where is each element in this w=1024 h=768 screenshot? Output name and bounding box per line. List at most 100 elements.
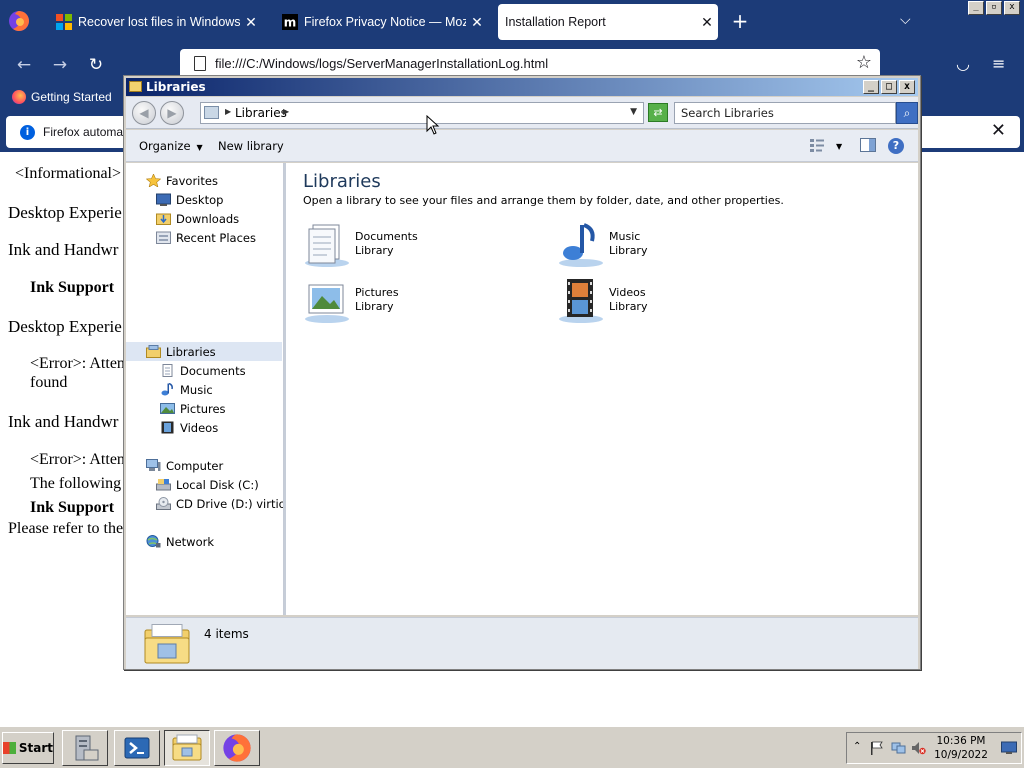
command-bar: Organize ▼ New library ▼ ? bbox=[126, 130, 918, 162]
close-tab-icon[interactable]: ✕ bbox=[466, 14, 488, 31]
action-center-flag-icon[interactable] bbox=[869, 741, 884, 755]
preview-pane-icon[interactable] bbox=[860, 138, 876, 152]
breadcrumb-libraries[interactable]: Libraries bbox=[235, 106, 287, 120]
nav-documents[interactable]: Documents bbox=[160, 361, 246, 380]
volume-muted-icon[interactable] bbox=[911, 741, 926, 755]
tray-clock[interactable]: 10:36 PM 10/9/2022 bbox=[931, 734, 991, 762]
library-name: Music bbox=[609, 230, 641, 243]
start-button[interactable]: Start bbox=[2, 732, 54, 764]
pocket-icon[interactable]: ◡ bbox=[956, 54, 970, 73]
library-pictures[interactable]: Pictures Library bbox=[303, 279, 399, 325]
breadcrumb-arrow-icon[interactable]: ▶ bbox=[225, 107, 231, 116]
nav-label: Favorites bbox=[166, 173, 218, 188]
start-label: Start bbox=[18, 741, 53, 755]
nav-pictures[interactable]: Pictures bbox=[160, 399, 226, 418]
forward-button[interactable]: ▶ bbox=[160, 101, 184, 125]
nav-downloads[interactable]: Downloads bbox=[156, 209, 239, 228]
taskbar-server-manager[interactable] bbox=[62, 730, 108, 766]
search-input[interactable] bbox=[675, 103, 875, 123]
nav-recent-places[interactable]: Recent Places bbox=[156, 228, 256, 247]
close-tab-icon[interactable]: ✕ bbox=[696, 14, 718, 31]
new-tab-button[interactable]: + bbox=[728, 10, 752, 34]
hard-drive-icon bbox=[156, 479, 171, 491]
library-name: Pictures bbox=[355, 286, 399, 299]
organize-button[interactable]: Organize ▼ bbox=[139, 139, 203, 153]
nav-label: Recent Places bbox=[176, 230, 256, 245]
close-icon[interactable]: x bbox=[1004, 1, 1020, 15]
nav-cd-drive[interactable]: CD Drive (D:) virtio-win bbox=[156, 494, 283, 513]
nav-videos[interactable]: Videos bbox=[160, 418, 218, 437]
back-arrow-icon[interactable]: ← bbox=[12, 54, 36, 78]
minimize-icon[interactable]: _ bbox=[863, 80, 879, 94]
breadcrumb-arrow-icon[interactable]: ▶ bbox=[283, 107, 289, 116]
library-kind: Library bbox=[355, 300, 394, 313]
hamburger-menu-icon[interactable]: ≡ bbox=[992, 54, 1005, 73]
back-button[interactable]: ◀ bbox=[132, 101, 156, 125]
computer-icon bbox=[146, 459, 161, 471]
help-icon[interactable]: ? bbox=[888, 138, 904, 154]
show-desktop-icon[interactable] bbox=[1001, 741, 1017, 755]
search-icon[interactable]: ⌕ bbox=[896, 102, 918, 124]
taskbar-explorer[interactable] bbox=[164, 730, 210, 766]
list-all-tabs-icon[interactable]: ⌵ bbox=[900, 12, 911, 28]
libraries-description: Open a library to see your files and arr… bbox=[303, 194, 784, 207]
network-globe-icon bbox=[146, 535, 161, 548]
browser-window-controls: _ ▫ x bbox=[968, 1, 1020, 15]
restore-icon[interactable]: ▫ bbox=[986, 1, 1002, 15]
maximize-icon[interactable]: □ bbox=[881, 80, 897, 94]
change-view-icon[interactable] bbox=[809, 138, 825, 152]
network-status-icon[interactable] bbox=[891, 741, 906, 755]
library-videos[interactable]: Videos Library bbox=[557, 279, 647, 325]
reload-icon[interactable]: ↻ bbox=[84, 54, 108, 78]
nav-network[interactable]: Network bbox=[146, 532, 214, 551]
tab-privacy-notice[interactable]: m Firefox Privacy Notice — Mozilla ✕ bbox=[276, 4, 488, 40]
view-options-icon[interactable]: ▼ bbox=[836, 142, 842, 151]
libraries-content-pane: Libraries Open a library to see your fil… bbox=[286, 163, 918, 615]
dropdown-arrow-icon: ▼ bbox=[196, 143, 203, 152]
close-tab-icon[interactable]: ✕ bbox=[240, 14, 262, 31]
tab-recover-files[interactable]: Recover lost files in Windows Server ✕ bbox=[50, 4, 262, 40]
nav-libraries[interactable]: Libraries bbox=[146, 342, 216, 361]
library-label: Music Library bbox=[609, 223, 647, 258]
forward-arrow-icon[interactable]: → bbox=[48, 54, 72, 78]
window-title-bar[interactable]: Libraries _ □ x bbox=[126, 78, 918, 96]
firefox-icon bbox=[223, 734, 251, 762]
nav-music[interactable]: Music bbox=[160, 380, 213, 399]
log-line: Please refer to the bbox=[8, 520, 124, 537]
log-feature: Ink Support bbox=[30, 499, 115, 516]
library-name: Documents bbox=[355, 230, 418, 243]
taskbar-powershell[interactable] bbox=[114, 730, 160, 766]
organize-label: Organize bbox=[139, 139, 191, 153]
nav-local-disk[interactable]: Local Disk (C:) bbox=[156, 475, 259, 494]
bookmark-getting-started[interactable]: Getting Started bbox=[12, 90, 112, 104]
close-notice-icon[interactable]: ✕ bbox=[991, 120, 1006, 141]
nav-label: Pictures bbox=[180, 401, 226, 416]
bookmark-star-icon[interactable]: ☆ bbox=[856, 52, 872, 73]
bookmark-label: Getting Started bbox=[31, 90, 112, 104]
nav-computer[interactable]: Computer bbox=[146, 456, 223, 475]
recent-places-icon bbox=[156, 231, 171, 244]
show-hidden-icons-icon[interactable]: ⌃ bbox=[853, 741, 861, 752]
close-icon[interactable]: x bbox=[899, 80, 915, 94]
log-error: <Error>: Atten bbox=[30, 355, 125, 372]
library-documents[interactable]: Documents Library bbox=[303, 223, 418, 269]
address-dropdown-icon[interactable]: ▼ bbox=[630, 107, 637, 117]
search-box[interactable] bbox=[674, 102, 896, 124]
tab-installation-report[interactable]: Installation Report ✕ bbox=[498, 4, 718, 40]
tab-title: Installation Report bbox=[505, 15, 606, 29]
new-library-button[interactable]: New library bbox=[218, 139, 284, 153]
address-bar[interactable]: ▶ Libraries ▶ ▼ bbox=[200, 102, 644, 124]
refresh-icon[interactable]: ⇄ bbox=[648, 103, 668, 122]
firefox-logo-icon[interactable] bbox=[8, 10, 30, 32]
desktop-icon bbox=[156, 193, 171, 206]
log-heading: Desktop Experie bbox=[8, 317, 122, 336]
library-music[interactable]: Music Library bbox=[557, 223, 647, 269]
library-label: Videos Library bbox=[609, 279, 647, 314]
minimize-icon[interactable]: _ bbox=[968, 1, 984, 15]
nav-desktop[interactable]: Desktop bbox=[156, 190, 223, 209]
clock-date: 10/9/2022 bbox=[934, 749, 988, 761]
nav-favorites[interactable]: Favorites bbox=[146, 171, 218, 190]
taskbar-firefox[interactable] bbox=[214, 730, 260, 766]
libraries-icon bbox=[146, 345, 161, 358]
url-text: file:///C:/Windows/logs/ServerManagerIns… bbox=[215, 56, 549, 71]
